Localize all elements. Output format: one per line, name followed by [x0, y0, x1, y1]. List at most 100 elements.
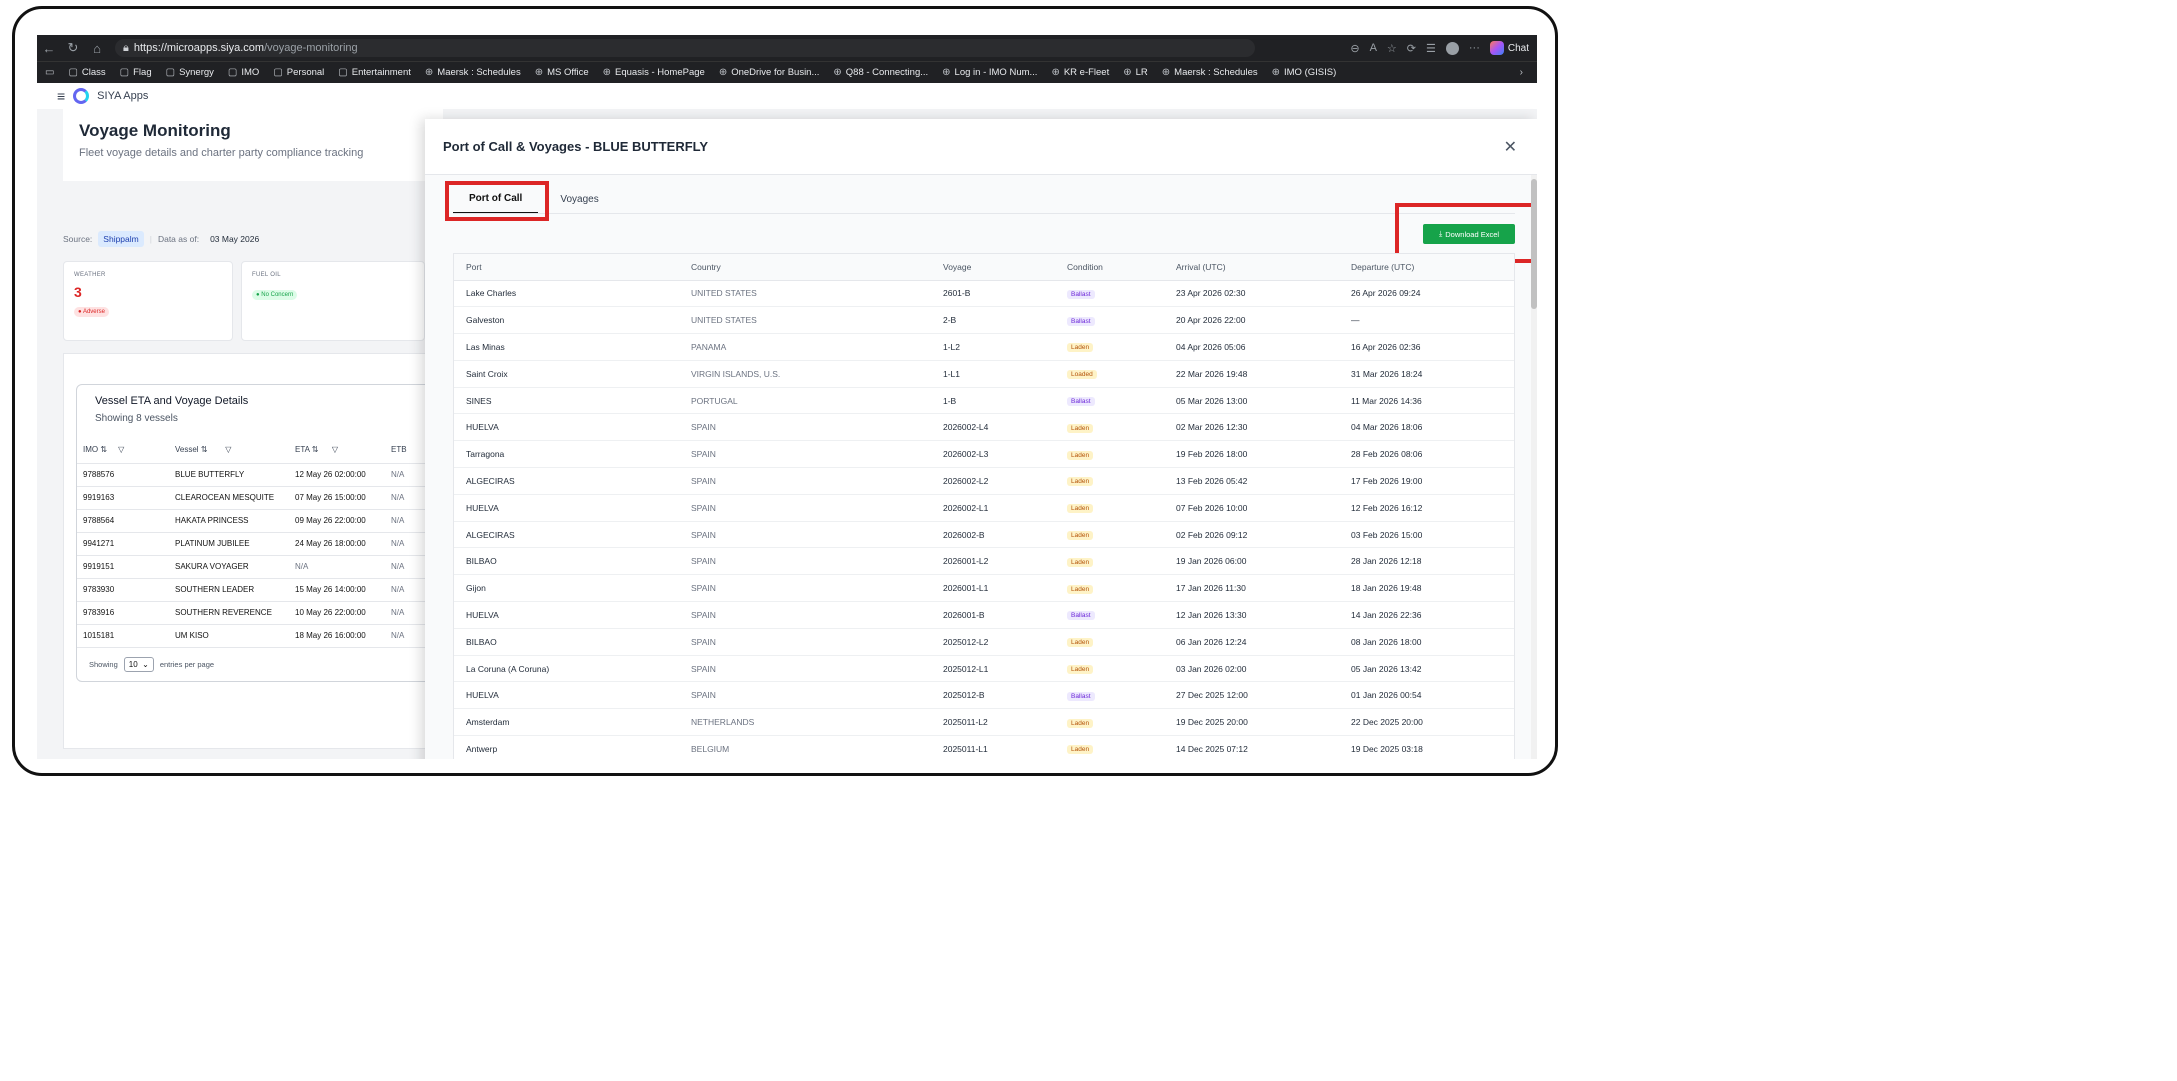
- read-aloud-icon[interactable]: A: [1370, 42, 1377, 54]
- country-cell: SPAIN: [679, 547, 931, 576]
- table-row[interactable]: BILBAO SPAIN 2026001-L2 Laden 19 Jan 2026 06…: [454, 547, 1514, 576]
- zoom-icon[interactable]: ⊖: [1350, 42, 1359, 55]
- bookmark[interactable]: ▢ Class: [68, 67, 105, 78]
- bookmark-label: Equasis - HomePage: [615, 67, 705, 78]
- table-row[interactable]: Gijon SPAIN 2026001-L1 Laden 17 Jan 2026 11:…: [454, 574, 1514, 603]
- table-row[interactable]: HUELVA SPAIN 2026001-B Ballast 12 Jan 2026 1…: [454, 601, 1514, 629]
- port-cell: BILBAO: [454, 628, 679, 656]
- address-bar[interactable]: 🔒︎ https://microapps.siya.com/voyage-mon…: [115, 39, 1255, 57]
- folder-icon: ▢: [119, 67, 130, 78]
- sort-icon[interactable]: ⇅: [100, 445, 107, 454]
- arrival-cell: 14 Dec 2025 07:12: [1164, 735, 1339, 759]
- tab-voyages[interactable]: Voyages: [556, 186, 602, 213]
- favorite-star-icon[interactable]: ☆: [1387, 42, 1397, 55]
- bookmark[interactable]: ▢ Personal: [273, 67, 324, 78]
- imo-cell: 9919163: [77, 486, 169, 510]
- sort-icon[interactable]: ⇅: [312, 445, 319, 454]
- column-header-port[interactable]: Port: [454, 254, 679, 281]
- condition-cell: Laden: [1055, 521, 1164, 549]
- column-header-imo[interactable]: IMO ⇅ ▽: [77, 437, 169, 464]
- hamburger-menu-icon[interactable]: ≡: [57, 88, 65, 104]
- favorites-icon[interactable]: ☰: [1426, 42, 1436, 55]
- filter-icon[interactable]: ▽: [225, 445, 231, 454]
- vessel-card: Vessel ETA and Voyage Details Showing 8 …: [76, 384, 477, 682]
- imo-cell: 9919151: [77, 555, 169, 579]
- condition-cell: Ballast: [1055, 601, 1164, 629]
- home-icon[interactable]: ⌂: [85, 41, 109, 56]
- column-header-voyage[interactable]: Voyage: [931, 254, 1055, 281]
- table-row[interactable]: ALGECIRAS SPAIN 2026002-B Laden 02 Feb 2026 …: [454, 521, 1514, 549]
- bookmark[interactable]: ▢ Flag: [120, 67, 152, 78]
- table-row[interactable]: Tarragona SPAIN 2026002-L3 Laden 19 Feb 2026…: [454, 440, 1514, 469]
- vessel-row[interactable]: 9919163 CLEAROCEAN MESQUITE 07 May 26 15:0…: [77, 486, 477, 510]
- bookmark[interactable]: ⊕ Q88 - Connecting...: [833, 67, 928, 78]
- imo-cell: 9783916: [77, 601, 169, 625]
- vessel-row[interactable]: 9783916 SOUTHERN REVERENCE 10 May 26 22:00…: [77, 601, 477, 625]
- fuel-oil-card[interactable]: FUEL OIL ● No Concern: [241, 261, 425, 341]
- bookmark[interactable]: ▢ IMO: [228, 67, 259, 78]
- bookmark[interactable]: ⊕ KR e-Fleet: [1051, 67, 1109, 78]
- bookmark[interactable]: ⊕ MS Office: [535, 67, 589, 78]
- table-row[interactable]: SINES PORTUGAL 1-B Ballast 05 Mar 2026 13:00…: [454, 387, 1514, 415]
- table-row[interactable]: HUELVA SPAIN 2026002-L1 Laden 07 Feb 2026 10…: [454, 494, 1514, 522]
- bookmark[interactable]: ⊕ Maersk : Schedules: [425, 67, 521, 78]
- bookmark[interactable]: ▢ Entertainment: [338, 67, 411, 78]
- table-row[interactable]: Galveston UNITED STATES 2-B Ballast 20 Apr 2…: [454, 306, 1514, 335]
- copilot-chat-button[interactable]: Chat: [1489, 41, 1529, 55]
- chevron-right-icon[interactable]: ›: [1520, 67, 1537, 78]
- bookmarks-menu-icon[interactable]: ▭: [45, 67, 54, 78]
- modal-scrollbar[interactable]: [1531, 175, 1537, 759]
- table-row[interactable]: Lake Charles UNITED STATES 2601-B Ballast 23…: [454, 280, 1514, 308]
- extensions-icon[interactable]: ⟳: [1407, 42, 1416, 55]
- bookmark[interactable]: ⊕ Log in - IMO Num...: [942, 67, 1037, 78]
- vessel-count: Showing 8 vessels: [95, 413, 178, 424]
- per-page-select[interactable]: 10 ⌄: [123, 657, 154, 672]
- vessel-row[interactable]: 9941271 PLATINUM JUBILEE 24 May 26 18:00:0…: [77, 532, 477, 556]
- table-row[interactable]: BILBAO SPAIN 2025012-L2 Laden 06 Jan 2026 12…: [454, 628, 1514, 656]
- refresh-icon[interactable]: ↻: [61, 40, 85, 56]
- close-icon[interactable]: ✕: [1504, 137, 1517, 157]
- bookmark[interactable]: ▢ Synergy: [166, 67, 214, 78]
- more-icon[interactable]: ···: [1469, 42, 1480, 54]
- back-icon[interactable]: ←: [37, 41, 61, 56]
- column-header-arrival[interactable]: Arrival (UTC): [1164, 254, 1339, 281]
- country-cell: SPAIN: [679, 574, 931, 603]
- siya-logo-icon: [73, 88, 90, 104]
- weather-card[interactable]: WEATHER 3 ● Adverse: [63, 261, 233, 341]
- bookmark[interactable]: ⊕ Maersk : Schedules: [1162, 67, 1258, 78]
- imo-cell: 9941271: [77, 532, 169, 556]
- port-cell: HUELVA: [454, 601, 679, 629]
- column-header-vessel[interactable]: Vessel ⇅ ▽: [169, 437, 289, 464]
- profile-avatar-icon[interactable]: [1445, 41, 1459, 55]
- column-header-eta[interactable]: ETA ⇅ ▽: [289, 437, 385, 464]
- table-row[interactable]: Antwerp BELGIUM 2025011-L1 Laden 14 Dec 2025…: [454, 735, 1514, 759]
- departure-cell: 18 Jan 2026 19:48: [1339, 574, 1514, 603]
- table-row[interactable]: ALGECIRAS SPAIN 2026002-L2 Laden 13 Feb 2026…: [454, 467, 1514, 495]
- bookmark[interactable]: ⊕ Equasis - HomePage: [603, 67, 705, 78]
- column-header-country[interactable]: Country: [679, 254, 931, 281]
- filter-icon[interactable]: ▽: [118, 445, 124, 454]
- lock-icon: 🔒︎: [123, 41, 129, 54]
- table-row[interactable]: HUELVA SPAIN 2026002-L4 Laden 02 Mar 2026 12…: [454, 413, 1514, 442]
- vessel-row[interactable]: 1015181 UM KISO 18 May 26 16:00:00 N/A: [77, 624, 477, 648]
- table-row[interactable]: Las Minas PANAMA 1-L2 Laden 04 Apr 2026 05:0…: [454, 333, 1514, 361]
- table-row[interactable]: Saint Croix VIRGIN ISLANDS, U.S. 1-L1 Loade…: [454, 360, 1514, 388]
- filter-icon[interactable]: ▽: [332, 445, 338, 454]
- title-card: Voyage Monitoring Fleet voyage details a…: [63, 109, 443, 181]
- table-row[interactable]: Amsterdam NETHERLANDS 2025011-L2 Laden 19 De…: [454, 708, 1514, 737]
- bookmark[interactable]: ⊕ LR: [1123, 67, 1148, 78]
- column-header-condition[interactable]: Condition: [1055, 254, 1164, 281]
- vessel-row[interactable]: 9919151 SAKURA VOYAGER N/A N/A: [77, 555, 477, 579]
- table-row[interactable]: HUELVA SPAIN 2025012-B Ballast 27 Dec 2025 1…: [454, 681, 1514, 710]
- bookmark[interactable]: ⊕ IMO (GISIS): [1272, 67, 1337, 78]
- scrollbar-thumb[interactable]: [1531, 179, 1537, 309]
- vessel-row[interactable]: 9788564 HAKATA PRINCESS 09 May 26 22:00:00…: [77, 509, 477, 533]
- vessel-row[interactable]: 9783930 SOUTHERN LEADER 15 May 26 14:00:00…: [77, 578, 477, 602]
- bookmark[interactable]: ⊕ OneDrive for Busin...: [719, 67, 820, 78]
- vessel-row[interactable]: 9788576 BLUE BUTTERFLY 12 May 26 02:00:00 N…: [77, 463, 477, 487]
- column-header-departure[interactable]: Departure (UTC): [1339, 254, 1514, 281]
- folder-icon: ▢: [68, 67, 78, 78]
- table-row[interactable]: La Coruna (A Coruna) SPAIN 2025012-L1 Laden…: [454, 655, 1514, 683]
- browser-toolbar: ← ↻ ⌂ 🔒︎ https://microapps.siya.com/voya…: [37, 35, 1537, 61]
- sort-icon[interactable]: ⇅: [201, 445, 208, 454]
